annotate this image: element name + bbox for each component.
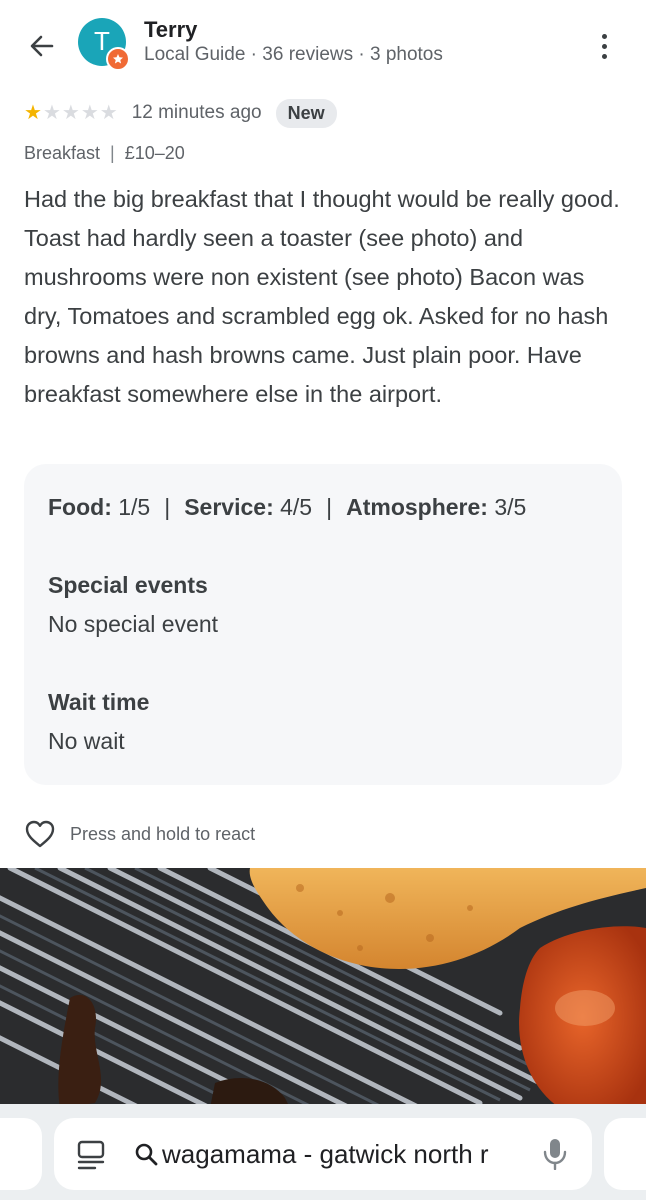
review-page: T Terry Local Guide · 36 reviews · 3 pho… xyxy=(0,0,646,1200)
star-filled-icon: ★ xyxy=(24,102,42,124)
local-guide-star-icon xyxy=(113,54,123,64)
price-range: £10–20 xyxy=(124,143,185,163)
local-guide-badge xyxy=(106,47,130,71)
user-meta: Local Guide · 36 reviews · 3 photos xyxy=(144,44,443,65)
service-label: Service: xyxy=(184,494,274,520)
back-button[interactable] xyxy=(22,26,62,66)
star-rating: ★ ★ ★ ★ ★ xyxy=(24,103,118,123)
more-options-button[interactable] xyxy=(586,26,622,66)
search-query[interactable]: wagamama - gatwick north r xyxy=(162,1139,532,1170)
food-score: 1/5 xyxy=(118,494,151,520)
react-label: Press and hold to react xyxy=(70,823,256,844)
next-tab-card[interactable] xyxy=(604,1118,646,1190)
star-empty-icon: ★ xyxy=(80,102,99,124)
back-arrow-icon xyxy=(30,35,54,57)
review-text: Had the big breakfast that I thought wou… xyxy=(24,186,620,407)
meta-separator: | xyxy=(110,143,115,163)
atmosphere-label: Atmosphere: xyxy=(346,494,488,520)
new-badge: New xyxy=(275,98,337,128)
score-separator: | xyxy=(326,494,333,520)
food-photo xyxy=(0,868,646,1108)
star-empty-icon: ★ xyxy=(42,102,61,124)
special-events-value: No special event xyxy=(48,611,219,637)
page-lines-icon[interactable] xyxy=(76,1140,106,1170)
star-empty-icon: ★ xyxy=(61,102,80,124)
search-pill[interactable]: wagamama - gatwick north r xyxy=(54,1118,592,1190)
service-score: 4/5 xyxy=(280,494,313,520)
user-name[interactable]: Terry xyxy=(144,17,197,43)
mic-icon[interactable] xyxy=(542,1138,568,1170)
more-vert-icon-dot xyxy=(601,53,607,59)
more-vert-icon-dot xyxy=(601,33,607,39)
score-separator: | xyxy=(164,494,171,520)
bottom-search-bar: wagamama - gatwick north r xyxy=(0,1104,646,1200)
more-vert-icon-dot xyxy=(601,43,607,49)
review-photo[interactable] xyxy=(0,868,646,1108)
meal-type: Breakfast xyxy=(24,143,101,163)
star-empty-icon: ★ xyxy=(99,102,118,124)
attribute-scores: Food: 1/5 | Service: 4/5 | Atmosphere: 3/5 xyxy=(48,494,526,521)
previous-tab-card[interactable] xyxy=(0,1118,42,1190)
meal-price-line: Breakfast | £10–20 xyxy=(24,143,185,164)
wait-time-title: Wait time xyxy=(48,689,150,715)
review-attributes-card: Food: 1/5 | Service: 4/5 | Atmosphere: 3/5 S… xyxy=(24,464,622,785)
rating-row: ★ ★ ★ ★ ★ 12 minutes ago New xyxy=(24,98,337,128)
react-button[interactable]: Press and hold to react xyxy=(24,817,255,851)
heart-outline-icon xyxy=(25,820,55,848)
special-events-title: Special events xyxy=(48,572,208,598)
review-time: 12 minutes ago xyxy=(131,102,262,123)
atmosphere-score: 3/5 xyxy=(494,494,527,520)
search-icon xyxy=(135,1143,158,1166)
wait-time-value: No wait xyxy=(48,728,125,754)
food-label: Food: xyxy=(48,494,112,520)
